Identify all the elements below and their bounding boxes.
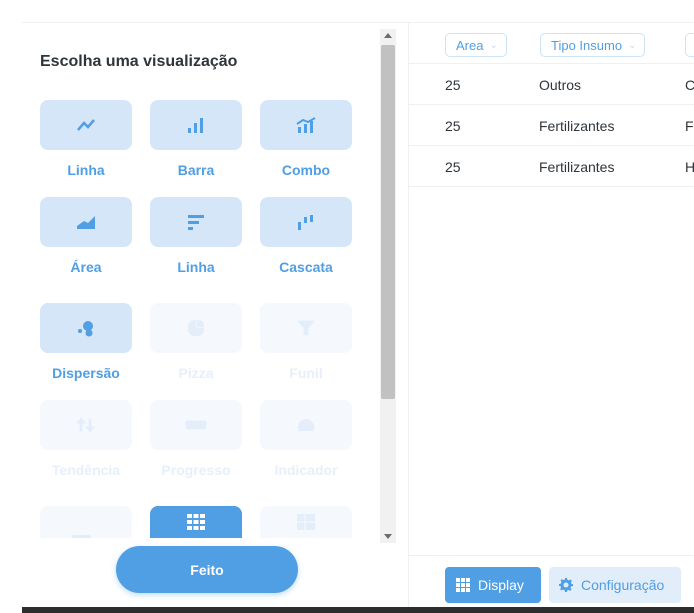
scroll-up-arrow-icon[interactable] <box>384 33 392 38</box>
panel-title: Escolha uma visualização <box>40 53 238 70</box>
gear-icon <box>559 578 573 592</box>
viz-tile[interactable] <box>150 303 242 353</box>
table-icon <box>187 514 205 530</box>
viz-label: Área <box>70 259 102 275</box>
viz-tile[interactable] <box>260 197 352 247</box>
waterfall-chart-icon <box>298 215 313 230</box>
viz-label: Barra <box>177 162 215 178</box>
bottom-edge <box>22 607 694 613</box>
viz-tile[interactable] <box>40 303 132 353</box>
visualization-picker: Escolha uma visualização Linha Barra Com… <box>22 23 397 607</box>
viz-label: Linha <box>177 259 215 275</box>
line-chart-icon <box>77 119 95 131</box>
table-cell: 25 <box>445 77 461 93</box>
viz-option-pivot-table[interactable] <box>260 506 352 538</box>
viz-label: Progresso <box>161 462 231 478</box>
viz-label: Combo <box>281 162 331 178</box>
table-cell: 25 <box>445 159 461 175</box>
row-chart-icon <box>188 215 204 230</box>
table-cell: Fertilizantes <box>539 159 615 175</box>
pie-chart-icon <box>188 320 204 336</box>
viz-tile[interactable] <box>150 197 242 247</box>
table-row: 25 Outros C <box>409 65 694 105</box>
column-header-area[interactable]: Area ⌄ <box>445 33 507 57</box>
table-cell: H <box>685 159 694 175</box>
table-cell: F <box>685 118 694 134</box>
viz-option-waterfall[interactable]: Cascata <box>260 197 352 287</box>
table-cell: C <box>685 77 694 93</box>
done-button[interactable]: Feito <box>116 546 298 593</box>
viz-option-pie[interactable]: Pizza <box>150 303 242 393</box>
viz-label: Pizza <box>178 365 214 381</box>
scrollbar-thumb[interactable] <box>381 45 395 399</box>
viz-option-scatter[interactable]: Dispersão <box>40 303 132 393</box>
trend-icon <box>76 417 96 433</box>
table-row: 25 Fertilizantes H <box>409 147 694 187</box>
viz-label: Tendência <box>51 462 121 478</box>
viz-option-area[interactable]: Área <box>40 197 132 287</box>
chevron-down-icon: ⌄ <box>489 39 498 51</box>
table-cell: Outros <box>539 77 582 93</box>
scatter-chart-icon <box>78 321 93 337</box>
viz-option-combo[interactable]: Combo <box>260 100 352 190</box>
viz-option-row[interactable]: Linha <box>150 197 242 287</box>
viz-option-progress[interactable]: Progresso <box>150 400 242 490</box>
display-button-label: Display <box>478 577 524 593</box>
viz-tile[interactable] <box>40 400 132 450</box>
viz-label: Funil <box>289 365 323 381</box>
funnel-icon <box>298 320 314 336</box>
preview-footer: Display Configuração <box>409 555 694 607</box>
viz-tile[interactable] <box>260 303 352 353</box>
settings-button-label: Configuração <box>581 577 665 593</box>
table-cell: 25 <box>445 118 461 134</box>
bar-chart-icon <box>188 118 203 133</box>
viz-option-table[interactable] <box>150 506 242 538</box>
viz-option-trend[interactable]: Tendência <box>40 400 132 490</box>
viz-label: Cascata <box>279 259 333 275</box>
viz-tile[interactable] <box>40 197 132 247</box>
column-header-truncated[interactable] <box>685 33 694 57</box>
chevron-down-icon: ⌄ <box>628 39 637 51</box>
pivot-table-icon <box>297 514 315 530</box>
viz-label: Dispersão <box>52 365 120 381</box>
viz-option-number[interactable]: 100 <box>40 506 132 538</box>
viz-label: Indicador <box>274 462 338 478</box>
viz-tile[interactable]: 100 <box>40 506 132 538</box>
column-header-label: Tipo Insumo <box>551 37 623 53</box>
progress-icon <box>185 420 207 430</box>
column-header-tipo-insumo[interactable]: Tipo Insumo ⌄ <box>540 33 646 57</box>
table-row: 25 Fertilizantes F <box>409 106 694 146</box>
column-header-row: Area ⌄ Tipo Insumo ⌄ <box>409 23 694 64</box>
viz-option-line[interactable]: Linha <box>40 100 132 190</box>
viz-tile[interactable] <box>260 400 352 450</box>
viz-label: Linha <box>67 162 105 178</box>
table-cell: Fertilizantes <box>539 118 615 134</box>
viz-tile[interactable] <box>150 100 242 150</box>
results-preview: Area ⌄ Tipo Insumo ⌄ 25 Outros C 25 Fert… <box>408 23 694 607</box>
visualization-grid: Linha Barra Combo Área Linha Cascata Dis… <box>40 100 360 538</box>
settings-button[interactable]: Configuração <box>549 567 681 603</box>
viz-tile[interactable] <box>150 400 242 450</box>
table-grid-icon <box>456 578 470 592</box>
viz-tile[interactable] <box>260 100 352 150</box>
column-header-label: Area <box>456 37 484 53</box>
viz-tile[interactable] <box>150 506 242 538</box>
display-button[interactable]: Display <box>445 567 541 603</box>
viz-tile[interactable] <box>40 100 132 150</box>
viz-tile[interactable] <box>260 506 352 538</box>
viz-option-funnel[interactable]: Funil <box>260 303 352 393</box>
area-chart-icon <box>77 216 95 229</box>
combo-chart-icon <box>296 117 316 133</box>
number-icon: 100 <box>72 535 92 538</box>
scroll-down-arrow-icon[interactable] <box>384 534 392 539</box>
viz-option-bar[interactable]: Barra <box>150 100 242 190</box>
viz-option-gauge[interactable]: Indicador <box>260 400 352 490</box>
gauge-icon <box>297 419 315 432</box>
viz-scrollbar[interactable] <box>380 29 396 543</box>
